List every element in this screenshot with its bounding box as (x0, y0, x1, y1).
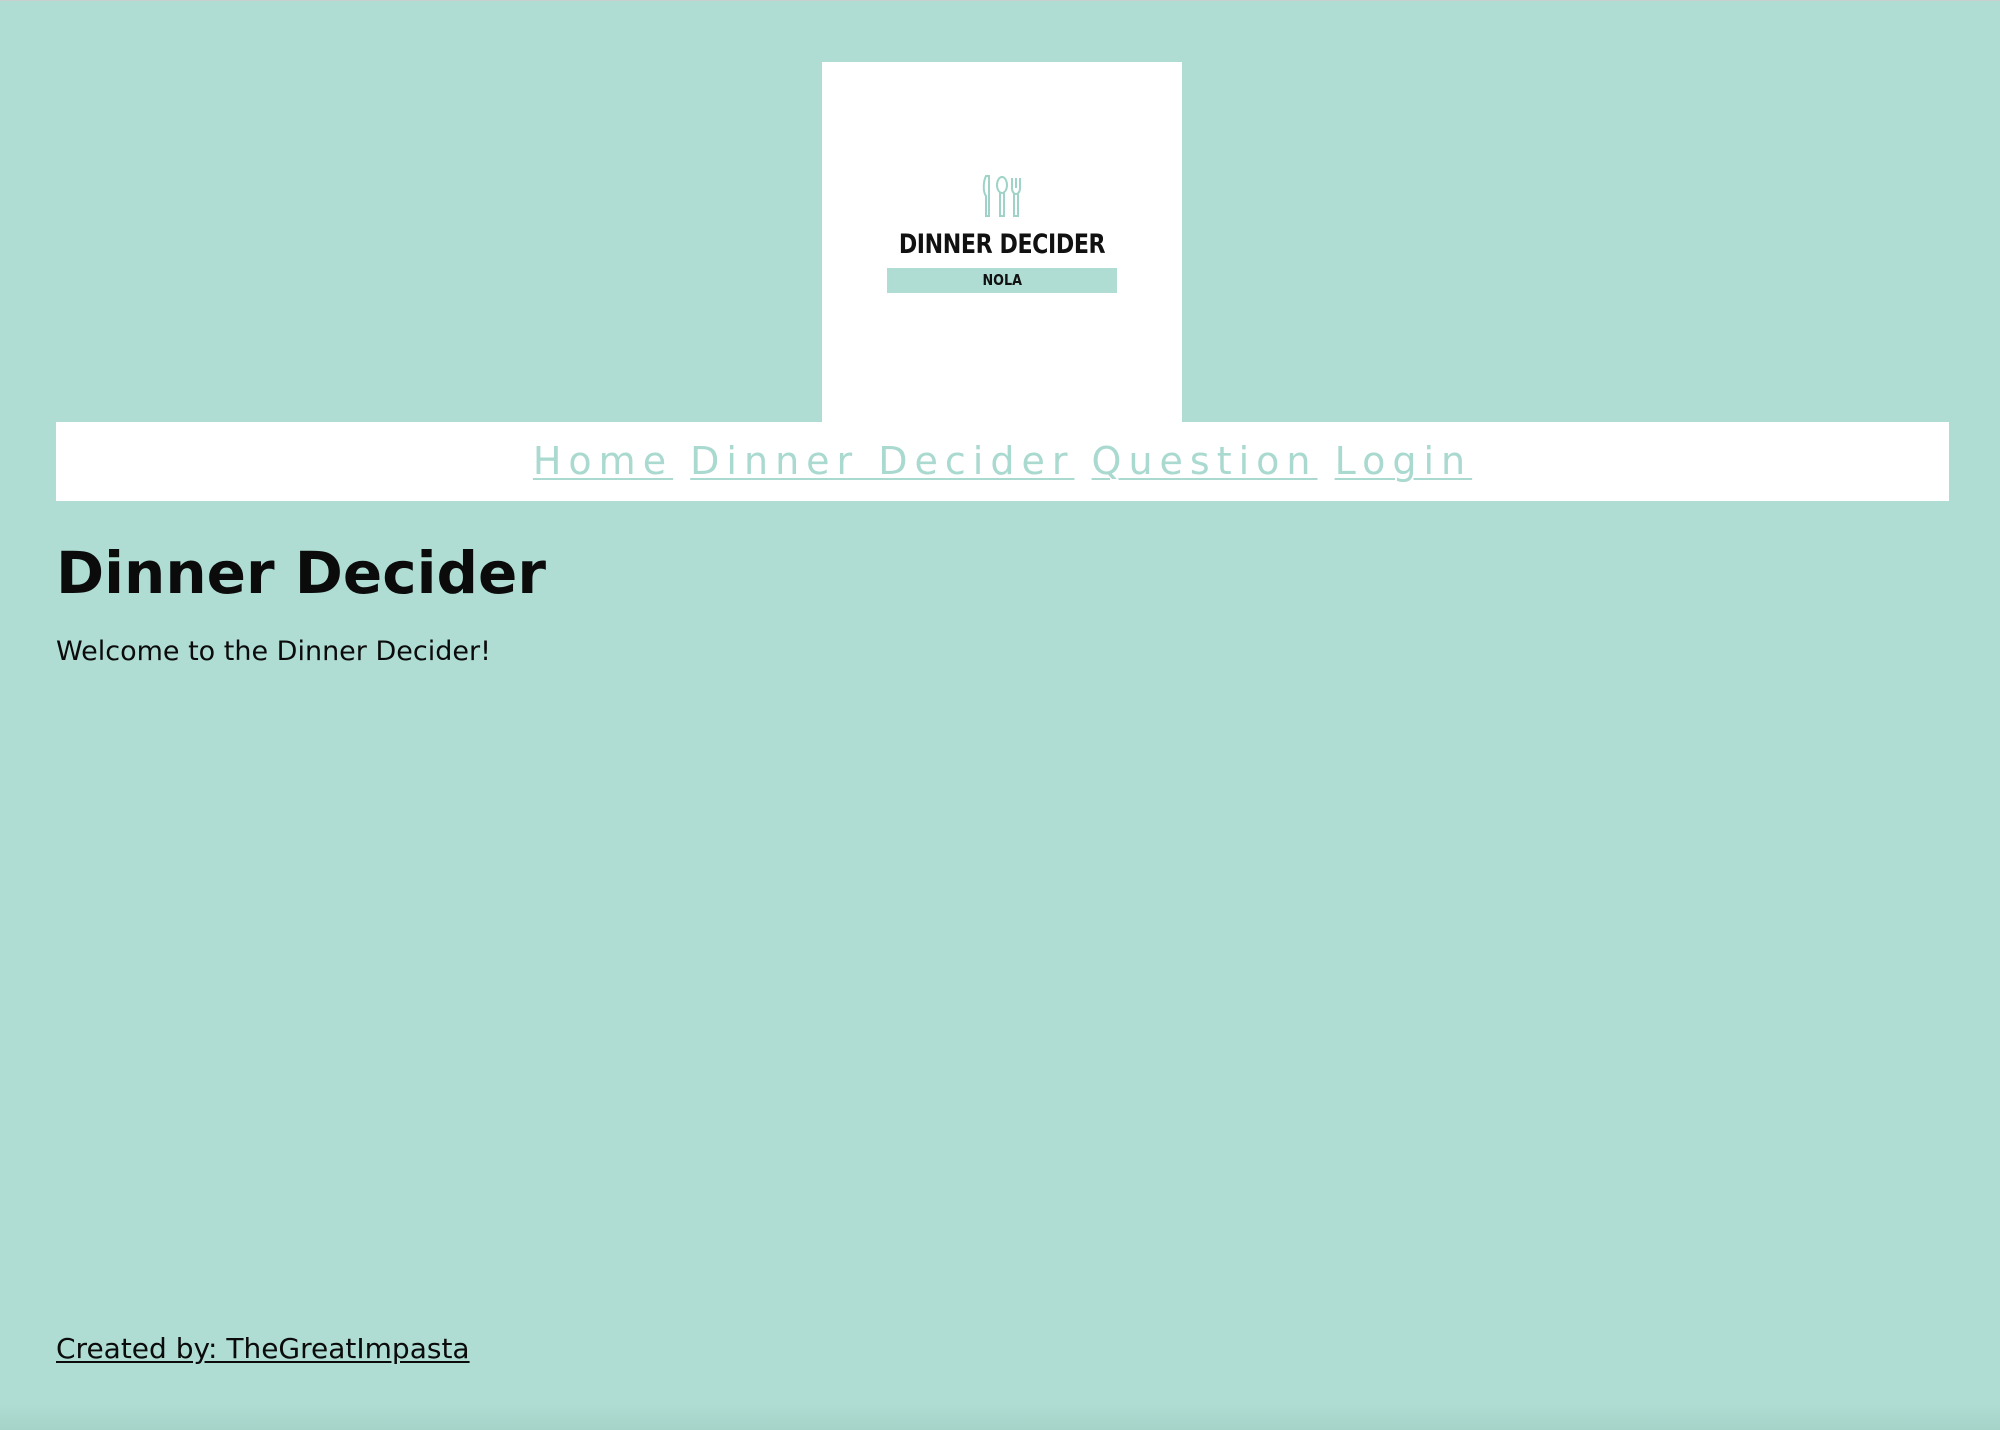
page-title: Dinner Decider (56, 539, 546, 607)
bottom-edge-shade (0, 1404, 2000, 1430)
logo-subtitle: NOLA (982, 271, 1022, 289)
nav-link-login[interactable]: Login (1335, 422, 1473, 501)
footer-credit-link[interactable]: Created by: TheGreatImpasta (56, 1332, 470, 1365)
footer: Created by: TheGreatImpasta (56, 1332, 470, 1365)
welcome-text: Welcome to the Dinner Decider! (56, 636, 491, 667)
nav-link-home[interactable]: Home (533, 422, 673, 501)
nav-link-question[interactable]: Question (1092, 422, 1318, 501)
main-content: Dinner Decider Welcome to the Dinner Dec… (56, 536, 1946, 667)
logo-title: DINNER DECIDER (898, 229, 1106, 260)
logo-subtitle-bar: NOLA (887, 268, 1117, 293)
cutlery-icon (982, 175, 1021, 217)
nav-link-dinner-decider[interactable]: Dinner Decider (690, 422, 1074, 501)
main-nav: Home Dinner Decider Question Login (56, 422, 1949, 501)
page: DINNER DECIDER NOLA Home Dinner Decider … (0, 0, 2000, 1430)
logo-content: DINNER DECIDER NOLA (822, 172, 1182, 293)
site-logo: DINNER DECIDER NOLA (822, 62, 1182, 423)
